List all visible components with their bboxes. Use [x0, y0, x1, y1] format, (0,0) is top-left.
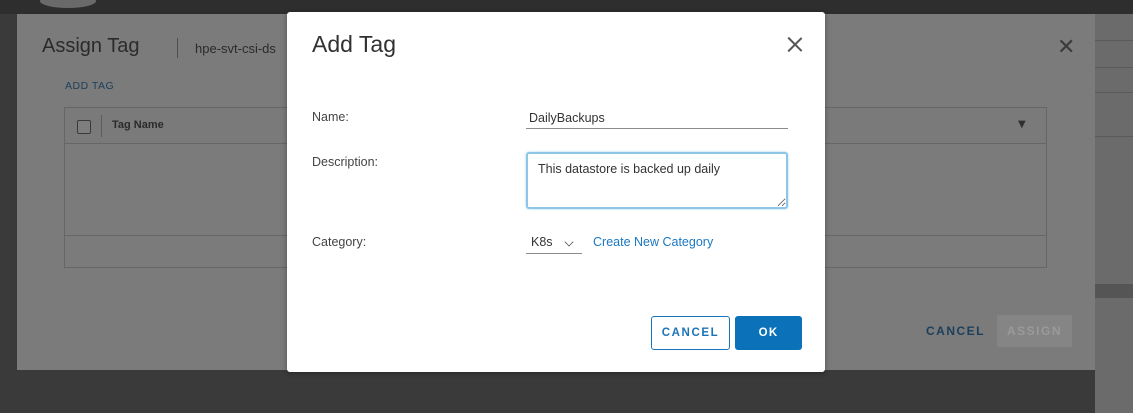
assign-dialog-subtitle: hpe-svt-csi-ds	[195, 41, 276, 56]
assign-close-icon[interactable]: ✕	[1057, 37, 1075, 59]
category-value: K8s	[531, 235, 553, 249]
ok-button[interactable]: OK	[735, 316, 802, 350]
name-label: Name:	[312, 110, 349, 124]
title-separator	[177, 38, 178, 58]
close-icon[interactable]	[786, 35, 804, 53]
chevron-down-icon	[564, 237, 574, 247]
category-label: Category:	[312, 235, 367, 249]
background-page-panel	[1095, 14, 1133, 413]
description-label: Description:	[312, 155, 378, 169]
description-textarea[interactable]: This datastore is backed up daily	[526, 152, 788, 209]
select-all-checkbox[interactable]	[77, 120, 91, 134]
assign-dialog-title: Assign Tag	[42, 35, 140, 57]
add-tag-modal: Add Tag Name: Description: This datastor…	[287, 12, 825, 372]
assign-button[interactable]: ASSIGN	[997, 315, 1072, 347]
assign-cancel-button[interactable]: CANCEL	[926, 324, 985, 338]
modal-title: Add Tag	[312, 31, 396, 57]
name-input[interactable]	[526, 108, 788, 129]
column-header-tag-name[interactable]: Tag Name	[112, 119, 164, 131]
cancel-button[interactable]: CANCEL	[651, 316, 730, 350]
category-select[interactable]: K8s	[526, 233, 582, 254]
filter-icon[interactable]: ▼	[1018, 119, 1026, 130]
create-new-category-link[interactable]: Create New Category	[593, 235, 713, 249]
add-tag-link[interactable]: ADD TAG	[65, 80, 114, 92]
column-divider	[101, 115, 102, 137]
